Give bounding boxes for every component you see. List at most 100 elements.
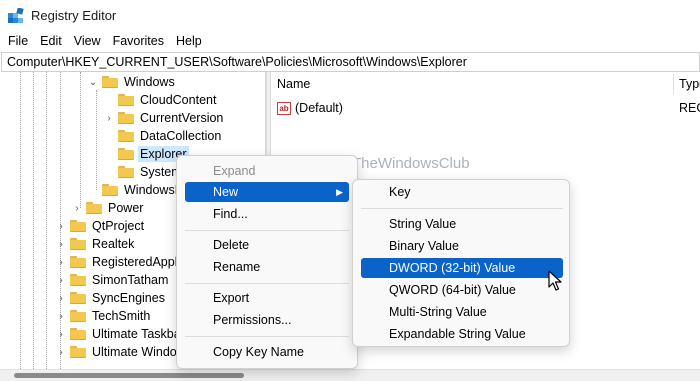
menu-view[interactable]: View bbox=[68, 31, 107, 52]
submenu-item-binary-value[interactable]: Binary Value bbox=[361, 236, 563, 256]
column-separator[interactable] bbox=[673, 74, 674, 94]
folder-icon bbox=[70, 274, 86, 286]
tree-item-label: SyncEngines bbox=[92, 291, 165, 305]
tree-item-realtek[interactable]: › Realtek bbox=[56, 235, 136, 253]
tree-guide-line bbox=[20, 72, 21, 369]
column-header-type[interactable]: Type bbox=[679, 72, 700, 96]
address-bar[interactable]: Computer\HKEY_CURRENT_USER\Software\Poli… bbox=[1, 52, 700, 72]
submenu-item-key[interactable]: Key bbox=[361, 182, 563, 202]
menu-separator bbox=[185, 230, 349, 231]
mouse-cursor-icon bbox=[548, 270, 562, 291]
tree-item-label: Realtek bbox=[92, 237, 135, 251]
value-type: REG bbox=[679, 101, 700, 115]
tree-item-registeredappli[interactable]: › RegisteredAppli bbox=[56, 253, 182, 271]
tree-item-currentversion[interactable]: › CurrentVersion bbox=[104, 109, 225, 127]
menu-item-new[interactable]: New ▶ bbox=[185, 182, 349, 202]
address-path: Computer\HKEY_CURRENT_USER\Software\Poli… bbox=[7, 55, 467, 69]
folder-icon bbox=[118, 94, 134, 106]
tree-item-power[interactable]: › Power bbox=[72, 199, 145, 217]
chevron-right-icon[interactable]: › bbox=[56, 325, 66, 343]
tree-item-label: Power bbox=[108, 201, 144, 215]
tree-item-cloudcontent[interactable]: CloudContent bbox=[104, 91, 218, 109]
tree-item-simontatham[interactable]: › SimonTatham bbox=[56, 271, 170, 289]
menu-item-export[interactable]: Export bbox=[185, 288, 349, 308]
horizontal-scrollbar[interactable] bbox=[0, 369, 700, 381]
tree-item-label: RegisteredAppli bbox=[92, 255, 181, 269]
chevron-right-icon[interactable]: › bbox=[56, 307, 66, 325]
menu-separator bbox=[185, 336, 349, 337]
tree-guide-line bbox=[80, 72, 81, 208]
menu-bar: File Edit View Favorites Help bbox=[0, 31, 700, 52]
menu-item-copy-key-name[interactable]: Copy Key Name bbox=[185, 342, 349, 362]
tree-item-label: Ultimate Taskba bbox=[92, 327, 181, 341]
menu-item-delete[interactable]: Delete bbox=[185, 235, 349, 255]
submenu-arrow-icon: ▶ bbox=[336, 187, 343, 197]
menu-help[interactable]: Help bbox=[170, 31, 208, 52]
menu-item-new-label: New bbox=[213, 185, 239, 199]
chevron-right-icon[interactable]: › bbox=[56, 343, 66, 361]
chevron-right-icon[interactable]: › bbox=[56, 289, 66, 307]
tree-guide-line bbox=[96, 90, 97, 190]
submenu-item-multi-string-value[interactable]: Multi-String Value bbox=[361, 302, 563, 322]
folder-icon bbox=[118, 166, 134, 178]
tree-item-system[interactable]: System bbox=[104, 163, 184, 181]
folder-icon bbox=[70, 292, 86, 304]
title-bar: Registry Editor bbox=[0, 0, 700, 30]
tree-guide-line bbox=[33, 72, 34, 369]
menu-item-permissions[interactable]: Permissions... bbox=[185, 310, 349, 330]
chevron-right-icon[interactable]: › bbox=[56, 217, 66, 235]
folder-icon bbox=[118, 130, 134, 142]
tree-item-label: TechSmith bbox=[92, 309, 151, 323]
submenu-item-expandable-string-value[interactable]: Expandable String Value bbox=[361, 324, 563, 344]
menu-item-rename[interactable]: Rename bbox=[185, 257, 349, 277]
folder-icon bbox=[70, 328, 86, 340]
folder-icon bbox=[70, 220, 86, 232]
submenu-item-qword-value[interactable]: QWORD (64-bit) Value bbox=[361, 280, 563, 300]
window-title: Registry Editor bbox=[31, 8, 117, 23]
tree-guide-line bbox=[46, 72, 47, 369]
folder-icon bbox=[86, 202, 102, 214]
menu-file[interactable]: File bbox=[0, 31, 34, 52]
chevron-right-icon[interactable]: › bbox=[56, 271, 66, 289]
context-menu: Expand New ▶ Find... Delete Rename Expor… bbox=[176, 155, 358, 369]
chevron-down-icon[interactable]: ⌄ bbox=[88, 73, 98, 91]
tree-item-label: Windows bbox=[124, 75, 175, 89]
menu-edit[interactable]: Edit bbox=[34, 31, 68, 52]
menu-separator bbox=[361, 208, 563, 209]
folder-icon bbox=[118, 148, 134, 160]
tree-item-ultimate-taskbar[interactable]: › Ultimate Taskba bbox=[56, 325, 183, 343]
new-submenu: Key String Value Binary Value DWORD (32-… bbox=[352, 179, 570, 347]
folder-icon bbox=[102, 76, 118, 88]
folder-icon bbox=[118, 112, 134, 124]
tree-item-syncengines[interactable]: › SyncEngines bbox=[56, 289, 167, 307]
string-value-icon: ab bbox=[277, 101, 291, 115]
menu-favorites[interactable]: Favorites bbox=[107, 31, 170, 52]
tree-item-label: DataCollection bbox=[140, 129, 222, 143]
submenu-item-string-value[interactable]: String Value bbox=[361, 214, 563, 234]
value-row-default[interactable]: ab (Default) bbox=[277, 99, 343, 117]
folder-icon bbox=[70, 238, 86, 250]
tree-item-techsmith[interactable]: › TechSmith bbox=[56, 307, 152, 325]
chevron-right-icon[interactable]: › bbox=[56, 235, 66, 253]
tree-item-label: CurrentVersion bbox=[140, 111, 224, 125]
column-header-name[interactable]: Name bbox=[277, 72, 310, 96]
menu-item-find[interactable]: Find... bbox=[185, 204, 349, 224]
chevron-right-icon[interactable]: › bbox=[72, 199, 82, 217]
tree-item-ultimate-window[interactable]: › Ultimate Windo bbox=[56, 343, 179, 361]
registry-editor-icon bbox=[8, 8, 24, 23]
chevron-right-icon[interactable]: › bbox=[104, 109, 114, 127]
folder-icon bbox=[102, 184, 118, 196]
tree-item-qtproject[interactable]: › QtProject bbox=[56, 217, 146, 235]
tree-item-windows[interactable]: ⌄ Windows bbox=[88, 73, 177, 91]
scrollbar-thumb[interactable] bbox=[14, 373, 244, 378]
watermark-text: TheWindowsClub bbox=[352, 155, 470, 172]
value-name: (Default) bbox=[295, 101, 343, 115]
submenu-item-dword-value[interactable]: DWORD (32-bit) Value bbox=[361, 258, 563, 278]
tree-item-label: QtProject bbox=[92, 219, 145, 233]
tree-item-datacollection[interactable]: DataCollection bbox=[104, 127, 223, 145]
tree-item-windowsm[interactable]: WindowsM bbox=[88, 181, 187, 199]
tree-item-label: Ultimate Windo bbox=[92, 345, 177, 359]
chevron-right-icon[interactable]: › bbox=[56, 253, 66, 271]
folder-icon bbox=[70, 310, 86, 322]
folder-icon bbox=[70, 256, 86, 268]
